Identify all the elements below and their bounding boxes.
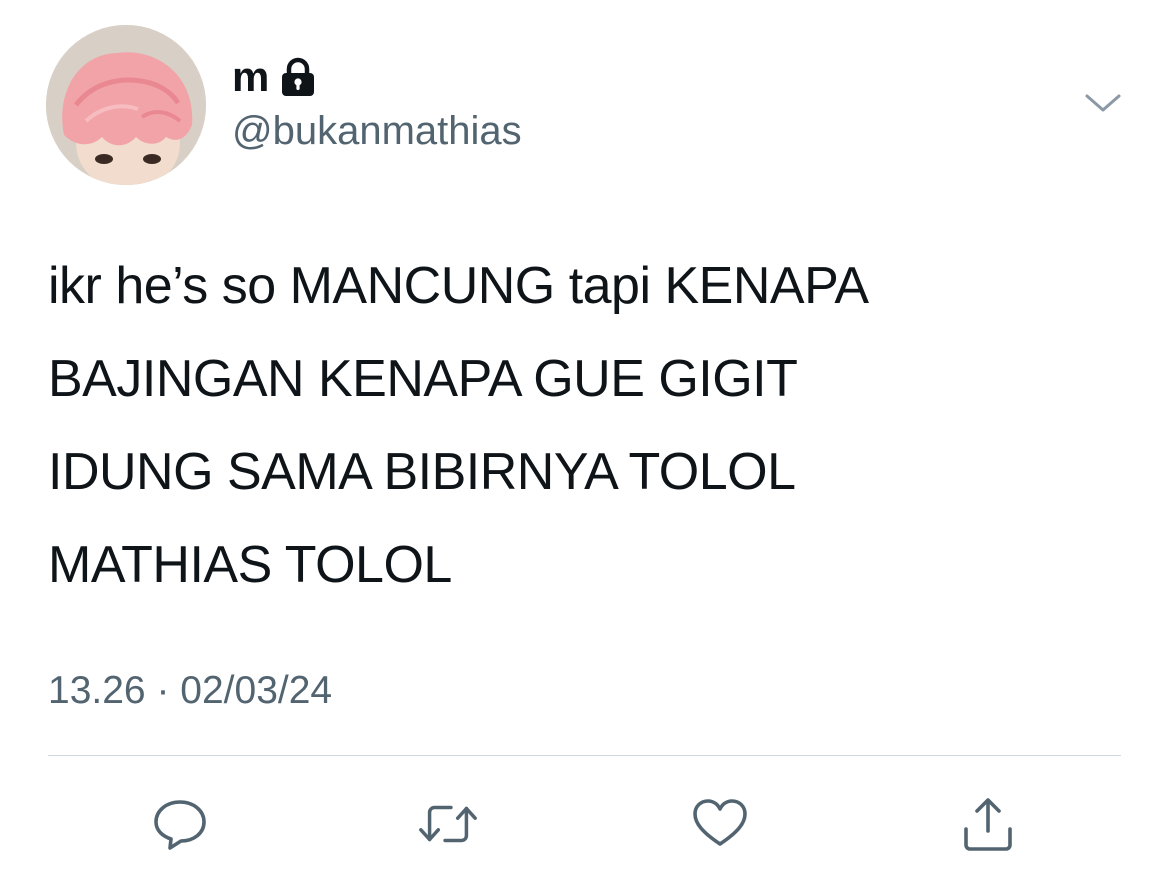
like-button[interactable]	[688, 792, 752, 856]
speech-bubble-icon	[154, 800, 206, 850]
avatar[interactable]	[46, 25, 206, 185]
avatar-image	[46, 25, 206, 185]
lock-icon	[279, 57, 317, 97]
tweet-date: 02/03/24	[180, 669, 333, 712]
retweet-button[interactable]	[416, 792, 480, 856]
tweet-card: m @bukanmathias ikr he’s so MANCUNG tapi…	[0, 0, 1169, 872]
heart-icon	[693, 799, 747, 846]
tweet-time: 13.26	[48, 669, 146, 712]
chevron-down-icon[interactable]	[1082, 88, 1124, 118]
share-button[interactable]	[956, 792, 1020, 856]
display-name[interactable]: m	[232, 52, 269, 102]
share-upload-icon	[964, 798, 1012, 851]
timestamp-separator: ·	[156, 669, 170, 712]
tweet-text: ikr he’s so MANCUNG tapi KENAPA BAJINGAN…	[48, 257, 869, 594]
retweet-icon	[419, 805, 477, 843]
reply-button[interactable]	[148, 792, 212, 856]
divider	[48, 755, 1121, 756]
display-name-row: m	[232, 52, 317, 102]
user-handle[interactable]: @bukanmathias	[232, 106, 522, 156]
tweet-timestamp[interactable]: 13.26 · 02/03/24	[48, 666, 332, 716]
